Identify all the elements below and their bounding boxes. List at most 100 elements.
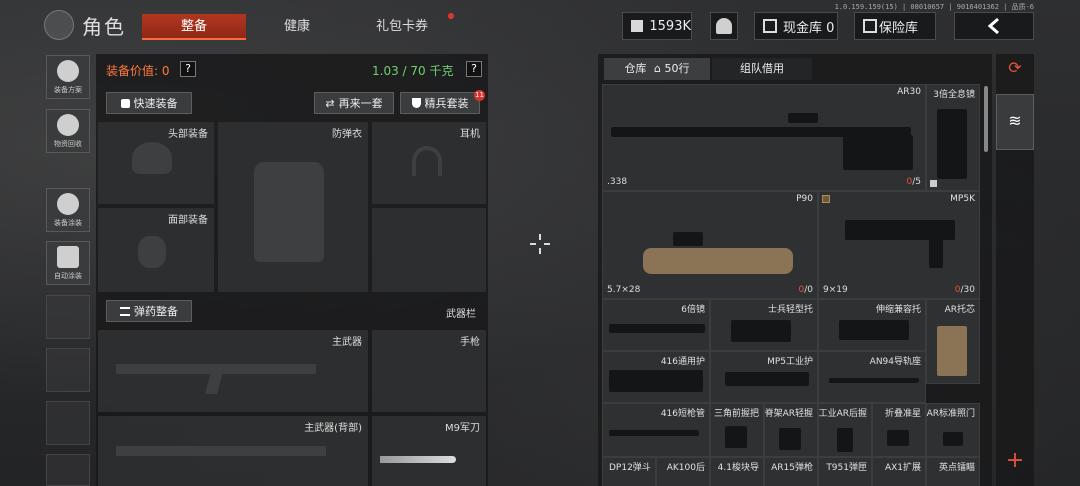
- vault-icon: [763, 19, 777, 33]
- paint-icon: [57, 193, 79, 215]
- elite-kit-button[interactable]: 精兵套装: [400, 92, 480, 114]
- item-spine-ar-grip[interactable]: 脊架AR轻握: [764, 403, 818, 457]
- auto-paint-icon: [57, 246, 79, 268]
- add-button[interactable]: +: [996, 448, 1034, 474]
- sidebar-item-paint[interactable]: 装备涂装: [46, 188, 90, 232]
- item-an94-rail[interactable]: AN94导轨座: [818, 351, 926, 403]
- back-arrow-icon: [987, 18, 999, 34]
- grip-icon: [779, 428, 801, 450]
- red-dot-icon: [673, 232, 703, 246]
- item-bolt-guide[interactable]: 4.1梭块导: [710, 457, 764, 486]
- knife-icon: [380, 456, 456, 463]
- item-name: P90: [796, 194, 813, 204]
- item-ar15-barrel[interactable]: AR15弹枪: [764, 457, 818, 486]
- sidebar-item-recycle[interactable]: 物资回收: [46, 109, 90, 153]
- sort-button[interactable]: ⟳: [998, 58, 1032, 84]
- slot-pistol[interactable]: 手枪: [372, 330, 486, 412]
- item-name: AX1扩展: [884, 463, 921, 473]
- currency-box[interactable]: 1593K: [622, 12, 692, 40]
- currency-amount: 1593K: [649, 18, 691, 34]
- ammo-icon: [120, 306, 130, 316]
- value-help-button[interactable]: ?: [180, 61, 196, 77]
- tab-warehouse[interactable]: 仓库 ⌂ 50行: [604, 58, 710, 80]
- item-light-stock[interactable]: 士兵轻型托: [710, 299, 818, 351]
- item-ar-rear-sight[interactable]: AR标准照门: [926, 403, 980, 457]
- slot-empty[interactable]: [372, 208, 486, 292]
- safe-box-label: 保险库: [879, 20, 919, 36]
- tab-gift-cards[interactable]: 礼包卡券: [350, 14, 454, 40]
- cash-vault-label: 现金库 0: [783, 20, 835, 36]
- avatar-button[interactable]: [710, 12, 738, 40]
- item-6x-scope[interactable]: 6倍镜: [602, 299, 710, 351]
- item-name: 416通用护: [660, 357, 705, 367]
- tab-prepare[interactable]: 整备: [142, 14, 246, 40]
- item-mp5k[interactable]: MP5K 9×19 0/30: [818, 191, 980, 299]
- ammo-prepare-button[interactable]: 弹药整备: [106, 300, 192, 322]
- item-caliber: 9×19: [823, 285, 848, 295]
- slot-earphone[interactable]: 耳机: [372, 122, 486, 204]
- item-p90[interactable]: P90 5.7×28 0/0: [602, 191, 818, 299]
- grip-icon: [837, 428, 853, 452]
- page-title: 角色: [82, 15, 126, 39]
- item-3x-holo[interactable]: 3倍全息镜: [926, 84, 980, 191]
- item-ammo: 0/30: [954, 285, 975, 295]
- item-triangle-grip[interactable]: 三角前握把: [710, 403, 764, 457]
- item-name: 6倍镜: [681, 305, 705, 315]
- rifle-mag-icon: [205, 372, 223, 394]
- weight-indicator: 1.03 / 70 千克: [372, 64, 454, 78]
- item-416-short-barrel[interactable]: 416短枪管: [602, 403, 710, 457]
- sidebar-item-equipment-plan[interactable]: 装备方案: [46, 55, 90, 99]
- shirt-icon: [120, 98, 130, 108]
- sight-icon: [943, 432, 963, 446]
- refresh-icon: ⇄: [325, 96, 335, 110]
- sidebar-empty-slot: [46, 295, 90, 339]
- item-name: MP5工业护: [767, 357, 813, 367]
- slot-knife[interactable]: M9军刀: [372, 416, 486, 486]
- item-name: AR30: [897, 87, 921, 97]
- item-name: 工业AR后握: [818, 409, 867, 419]
- item-t951-mag[interactable]: T951弹匣: [818, 457, 872, 486]
- gasmask-icon: [138, 236, 166, 268]
- back-button[interactable]: [954, 12, 1034, 40]
- item-name: 折叠准星: [884, 409, 921, 419]
- slot-face[interactable]: 面部装备: [98, 208, 214, 292]
- headset-icon: [412, 146, 442, 176]
- item-name: AR标准照门: [926, 409, 975, 419]
- stock-core-icon: [937, 326, 967, 376]
- item-ar-stock-core[interactable]: AR托芯: [926, 299, 980, 384]
- slot-head[interactable]: 头部装备: [98, 122, 214, 204]
- item-name: AR托芯: [944, 305, 975, 315]
- item-name: AN94导轨座: [869, 357, 921, 367]
- slot-label: 手枪: [460, 337, 480, 348]
- safe-box-button[interactable]: 保险库: [854, 12, 936, 40]
- new-badge-icon: [822, 195, 830, 203]
- weight-help-button[interactable]: ?: [466, 61, 482, 77]
- item-red-dot-laser[interactable]: 英点镭瞄: [926, 457, 980, 486]
- item-name: 士兵轻型托: [767, 305, 813, 315]
- item-telescopic-stock[interactable]: 伸缩兼容托: [818, 299, 926, 351]
- rail-icon: [829, 378, 919, 383]
- item-industrial-ar-grip[interactable]: 工业AR后握: [818, 403, 872, 457]
- slot-primary[interactable]: 主武器: [98, 330, 368, 412]
- cash-vault-button[interactable]: 现金库 0: [754, 12, 838, 40]
- item-dp12-mag[interactable]: DP12弹斗: [602, 457, 656, 486]
- tab-team-borrow[interactable]: 组队借用: [712, 58, 812, 80]
- helmet-plan-icon: [57, 60, 79, 82]
- item-folding-front-sight[interactable]: 折叠准星: [872, 403, 926, 457]
- again-button[interactable]: ⇄ 再来一套: [314, 92, 394, 114]
- tab-health[interactable]: 健康: [250, 14, 344, 40]
- stack-button[interactable]: ≋: [996, 94, 1034, 150]
- sidebar-item-auto-paint[interactable]: 自动涂装: [46, 241, 90, 285]
- item-ar30[interactable]: AR30 .338 0/5: [602, 84, 926, 191]
- shield-icon: [411, 98, 421, 108]
- slot-armor[interactable]: 防弹衣: [218, 122, 368, 292]
- item-ax1-ext[interactable]: AX1扩展: [872, 457, 926, 486]
- item-name: MP5K: [950, 194, 975, 204]
- grip-icon: [725, 426, 747, 448]
- slot-primary-back[interactable]: 主武器(背部): [98, 416, 368, 486]
- item-416-handguard[interactable]: 416通用护: [602, 351, 710, 403]
- storage-scrollbar[interactable]: [984, 86, 988, 152]
- item-ak100-rear[interactable]: AK100后: [656, 457, 710, 486]
- quick-equip-button[interactable]: 快速装备: [106, 92, 192, 114]
- item-mp5-handguard[interactable]: MP5工业护: [710, 351, 818, 403]
